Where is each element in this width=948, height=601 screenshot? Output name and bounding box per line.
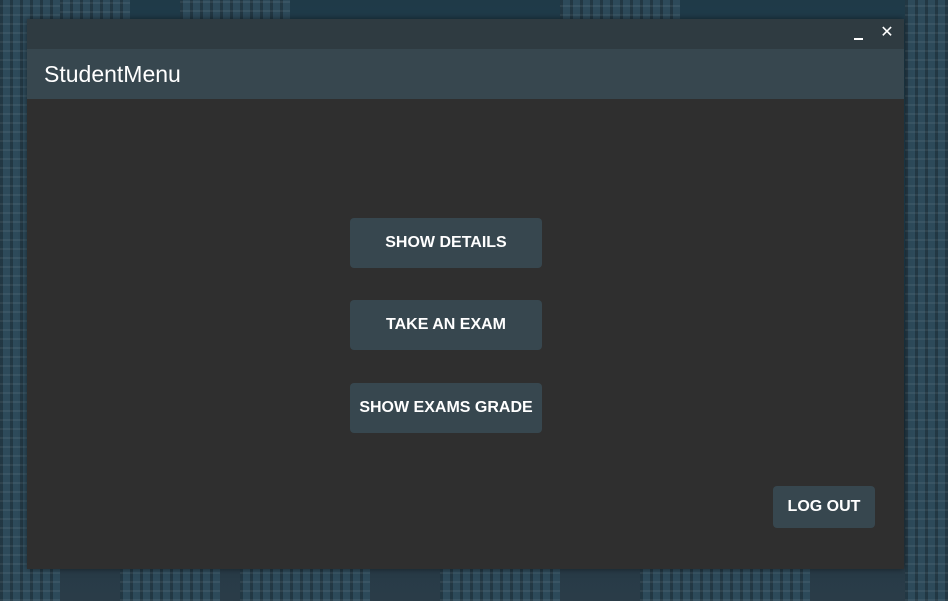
student-menu-window: ✕ StudentMenu SHOW DETAILS TAKE AN EXAM …: [27, 19, 904, 569]
window-header: StudentMenu: [27, 49, 904, 99]
log-out-button[interactable]: LOG OUT: [773, 486, 875, 528]
show-details-button[interactable]: SHOW DETAILS: [350, 218, 542, 268]
window-titlebar[interactable]: ✕: [27, 19, 904, 49]
minimize-icon[interactable]: [849, 24, 867, 42]
page-title: StudentMenu: [44, 61, 181, 87]
take-exam-button[interactable]: TAKE AN EXAM: [350, 300, 542, 350]
show-exams-grade-button[interactable]: SHOW EXAMS GRADE: [350, 383, 542, 433]
close-icon[interactable]: ✕: [878, 24, 896, 42]
